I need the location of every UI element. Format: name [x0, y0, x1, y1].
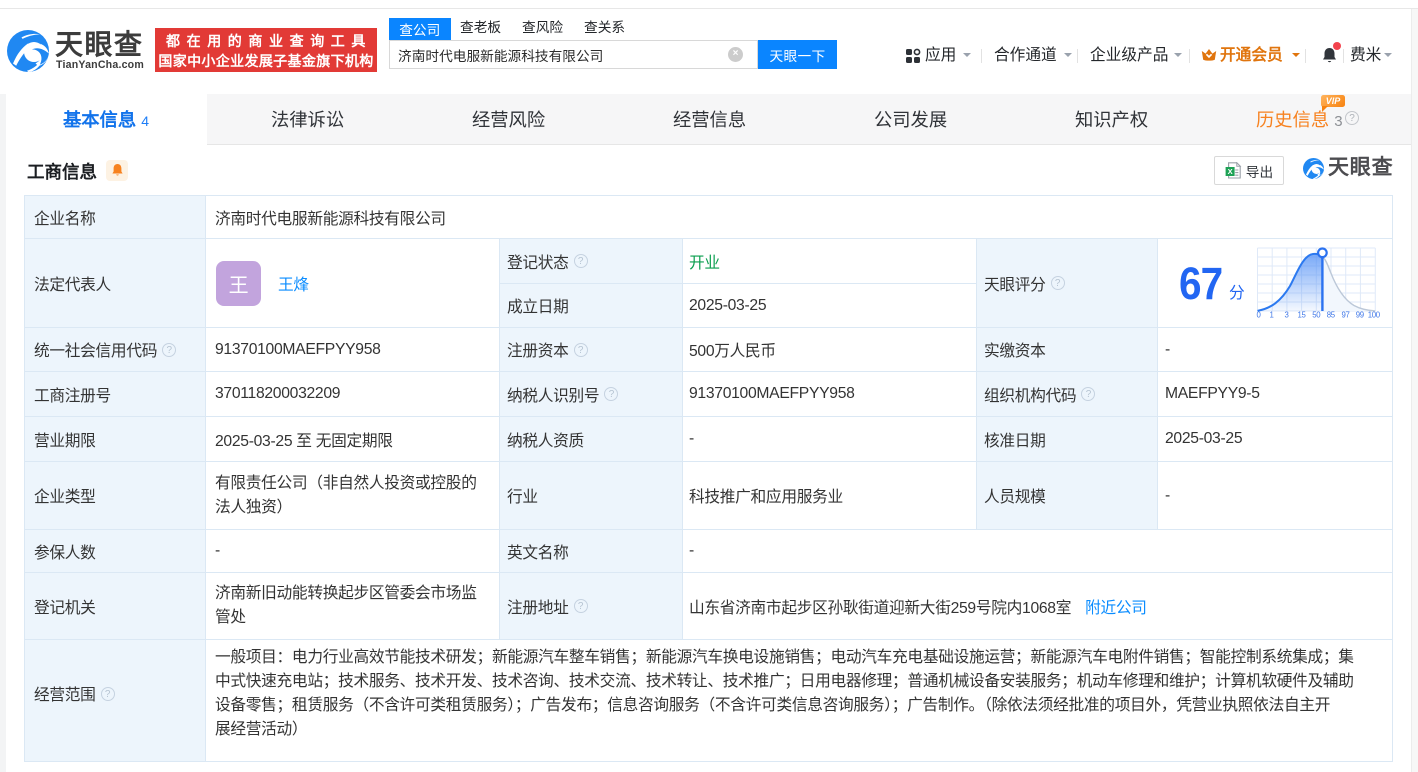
svg-text:15: 15 — [1297, 311, 1306, 320]
svg-text:3: 3 — [1284, 311, 1288, 320]
svg-text:99: 99 — [1356, 311, 1364, 320]
svg-text:0: 0 — [1256, 311, 1261, 320]
svg-text:100: 100 — [1368, 311, 1381, 320]
svg-text:X: X — [1227, 167, 1232, 176]
svg-text:97: 97 — [1341, 311, 1349, 320]
svg-text:1: 1 — [1269, 311, 1273, 320]
svg-text:85: 85 — [1327, 311, 1336, 320]
svg-text:50: 50 — [1312, 311, 1321, 320]
